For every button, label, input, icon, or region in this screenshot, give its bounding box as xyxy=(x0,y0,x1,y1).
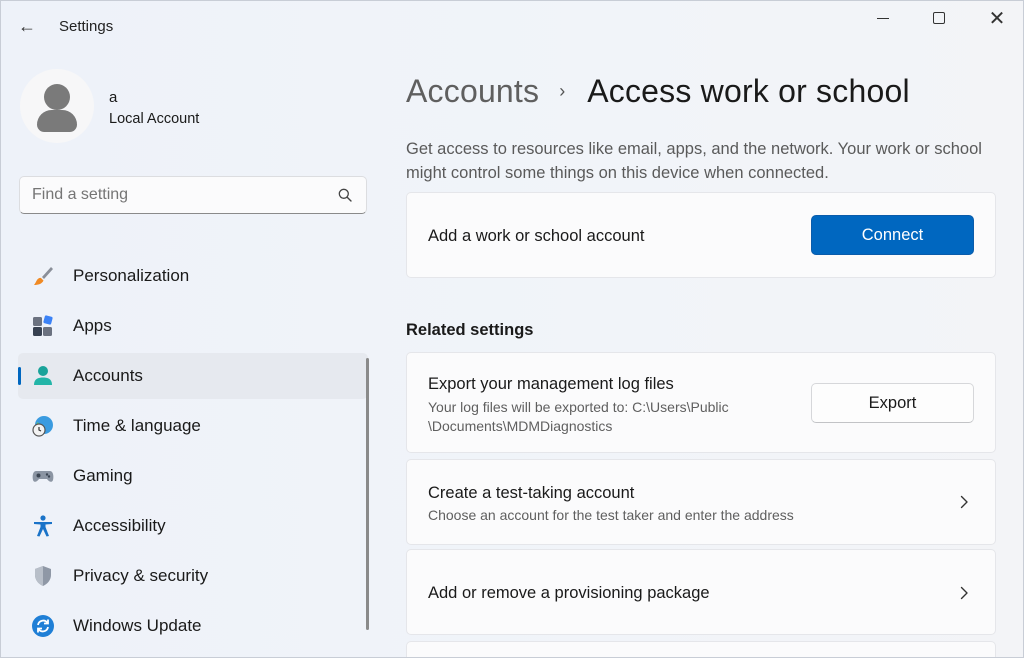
sidebar-item-gaming[interactable]: Gaming xyxy=(18,453,368,499)
related-settings-heading: Related settings xyxy=(406,321,534,339)
export-card-title: Export your management log files xyxy=(428,375,674,393)
title-bar: ← Settings ✕ xyxy=(1,1,1023,53)
sidebar-nav: Personalization Apps Accounts Time & lan… xyxy=(18,253,368,653)
globe-clock-icon xyxy=(32,416,53,437)
avatar[interactable] xyxy=(20,69,94,143)
sidebar-item-label: Accounts xyxy=(73,366,143,385)
sidebar-item-accounts[interactable]: Accounts xyxy=(18,353,368,399)
export-card-path-line2: \Documents\MDMDiagnostics xyxy=(428,418,613,434)
provisioning-card-title: Add or remove a provisioning package xyxy=(428,584,710,602)
shield-icon xyxy=(35,566,51,586)
update-icon xyxy=(32,615,54,637)
minimize-icon xyxy=(877,17,889,19)
minimize-button[interactable] xyxy=(861,5,905,31)
accessibility-icon xyxy=(34,515,52,537)
active-indicator xyxy=(18,367,21,385)
sidebar-item-accessibility[interactable]: Accessibility xyxy=(18,503,368,549)
sidebar-item-label: Time & language xyxy=(73,416,201,435)
sidebar-item-label: Personalization xyxy=(73,266,190,285)
back-button[interactable]: ← xyxy=(15,13,39,39)
search-input[interactable] xyxy=(32,186,322,204)
search-box[interactable] xyxy=(19,176,367,214)
chevron-right-icon xyxy=(960,495,968,509)
avatar-head xyxy=(44,84,70,110)
app-title: Settings xyxy=(59,18,114,35)
user-name: a xyxy=(109,89,118,106)
export-card-path-line1: Your log files will be exported to: C:\U… xyxy=(428,399,729,415)
sidebar-item-time-language[interactable]: Time & language xyxy=(18,403,368,449)
export-logs-card: Export your management log files Your lo… xyxy=(406,352,996,453)
gamepad-icon xyxy=(32,471,54,482)
apps-icon xyxy=(33,315,53,336)
settings-window: ← Settings ✕ a Local Account Personaliza… xyxy=(0,0,1024,658)
connect-card: Add a work or school account Connect xyxy=(406,192,996,278)
breadcrumb: Accounts › Access work or school xyxy=(406,71,910,111)
provisioning-package-card[interactable]: Add or remove a provisioning package xyxy=(406,549,996,635)
sidebar-scrollbar[interactable] xyxy=(366,358,369,630)
sidebar-item-apps[interactable]: Apps xyxy=(18,303,368,349)
sidebar-item-windows-update[interactable]: Windows Update xyxy=(18,603,368,649)
sidebar-item-label: Gaming xyxy=(73,466,133,485)
back-arrow-icon: ← xyxy=(18,15,36,36)
maximize-button[interactable] xyxy=(917,5,961,31)
test-card-subtitle: Choose an account for the test taker and… xyxy=(428,507,794,523)
sidebar-item-personalization[interactable]: Personalization xyxy=(18,253,368,299)
sidebar-item-label: Windows Update xyxy=(73,616,202,635)
next-settings-card[interactable] xyxy=(406,641,996,657)
close-icon: ✕ xyxy=(988,7,1006,30)
breadcrumb-accounts[interactable]: Accounts xyxy=(406,73,539,110)
sidebar-item-label: Accessibility xyxy=(73,516,166,535)
account-type: Local Account xyxy=(109,111,200,127)
avatar-body xyxy=(37,110,77,132)
page-description: Get access to resources like email, apps… xyxy=(406,140,982,182)
sidebar-item-privacy-security[interactable]: Privacy & security xyxy=(18,553,368,599)
chevron-right-icon xyxy=(960,586,968,600)
maximize-icon xyxy=(933,12,945,24)
connect-card-title: Add a work or school account xyxy=(428,227,645,245)
export-button[interactable]: Export xyxy=(811,383,974,423)
breadcrumb-chevron-icon: › xyxy=(559,80,566,101)
paintbrush-icon xyxy=(34,267,53,285)
person-icon xyxy=(34,366,52,385)
test-card-title: Create a test-taking account xyxy=(428,484,635,502)
connect-button[interactable]: Connect xyxy=(811,215,974,255)
sidebar-item-label: Privacy & security xyxy=(73,566,209,585)
close-button[interactable]: ✕ xyxy=(975,5,1019,31)
search-icon xyxy=(338,188,352,202)
page-title: Access work or school xyxy=(587,72,910,109)
sidebar-item-label: Apps xyxy=(73,316,112,335)
test-taking-account-card[interactable]: Create a test-taking account Choose an a… xyxy=(406,459,996,545)
